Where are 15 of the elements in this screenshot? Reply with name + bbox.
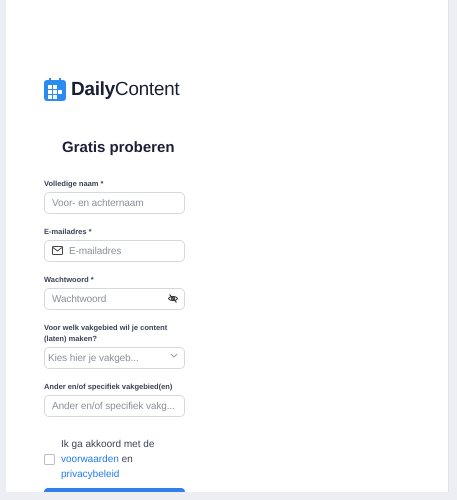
consent-text: Ik ga akkoord met de voorwaarden en privacybeleid [61,438,156,482]
calendar-logo-icon [44,78,66,101]
chevron-down-icon [170,353,178,358]
input-field[interactable]: Voor- en achternaam [44,192,185,214]
input-field[interactable]: E-mailadres [44,240,185,262]
input-field[interactable]: Wachtwoord [44,288,185,310]
logo-text: DailyContent [71,78,180,100]
terms-link[interactable]: voorwaarden [61,454,119,465]
form-heading: Gratis proberen [62,139,176,157]
input-field[interactable]: Ander en/of specifiek vakg... [44,395,185,417]
checkbox[interactable] [44,454,55,465]
select-field[interactable]: Kies hier je vakgeb... [44,347,185,369]
eye-off-icon[interactable] [168,294,178,303]
envelope-icon [52,246,63,255]
privacy-link[interactable]: privacybeleid [61,469,120,480]
